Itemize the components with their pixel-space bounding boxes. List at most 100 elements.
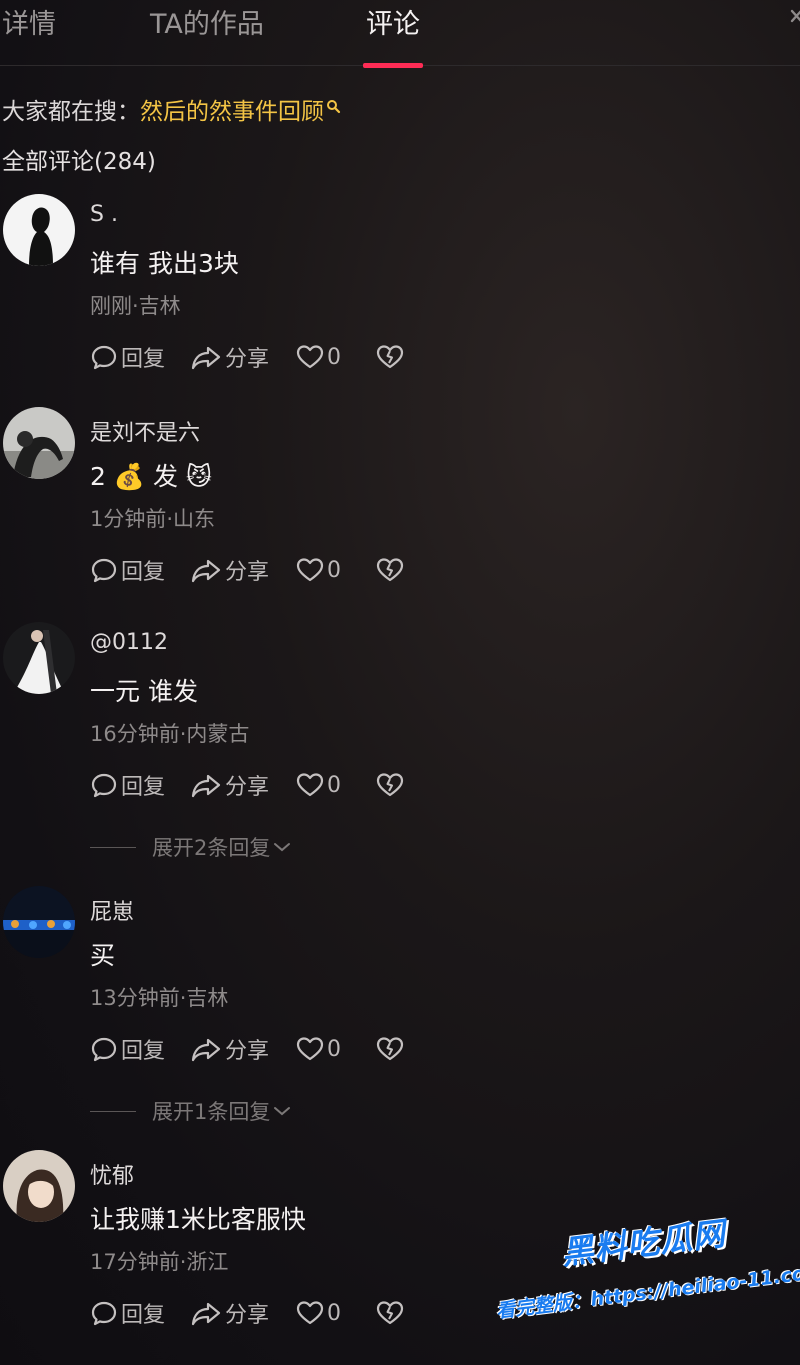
reply-icon xyxy=(91,558,117,583)
reply-button[interactable]: 回复 xyxy=(90,554,190,586)
hot-search-link[interactable]: 大家都在搜：然后的然事件回顾 xyxy=(2,92,341,126)
share-icon xyxy=(191,774,221,798)
expand-replies-button[interactable]: 展开2条回复 xyxy=(90,832,292,862)
comment-username[interactable]: S . xyxy=(90,202,118,227)
reply-label: 回复 xyxy=(121,775,166,800)
share-label: 分享 xyxy=(225,560,270,585)
avatar[interactable] xyxy=(3,1150,75,1222)
comment-actions: 回复 分享 0 xyxy=(90,1298,407,1328)
divider xyxy=(90,846,136,848)
heart-icon xyxy=(296,1301,324,1325)
chevron-down-icon xyxy=(274,843,291,852)
share-icon xyxy=(191,346,221,370)
tab-bar: 详情 TA的作品 评论 xyxy=(0,0,800,68)
share-button[interactable]: 分享 xyxy=(190,1297,296,1329)
dislike-button[interactable] xyxy=(376,772,407,798)
cat-emoji-icon: 😼 xyxy=(185,462,212,491)
comment-text: 买 xyxy=(90,941,116,970)
dislike-button[interactable] xyxy=(376,557,407,583)
comment-text-part: 发 xyxy=(152,462,178,491)
share-label: 分享 xyxy=(225,1303,270,1328)
close-icon[interactable] xyxy=(788,4,800,30)
like-button[interactable]: 0 xyxy=(296,772,376,798)
hot-search-prefix: 大家都在搜： xyxy=(2,99,140,125)
comment-item: @0112 一元 谁发 16分钟前·内蒙古 回复 分享 0 xyxy=(0,622,800,832)
comment-meta: 13分钟前·吉林 xyxy=(90,986,229,1010)
like-button[interactable]: 0 xyxy=(296,1036,376,1062)
avatar[interactable] xyxy=(3,886,75,958)
comment-item: S . 谁有 我出3块 刚刚·吉林 回复 分享 0 xyxy=(0,194,800,404)
dislike-button[interactable] xyxy=(376,1300,407,1326)
comment-username[interactable]: 忧郁 xyxy=(90,1158,134,1190)
comment-username[interactable]: 是刘不是六 xyxy=(90,415,200,447)
share-label: 分享 xyxy=(225,1039,270,1064)
comment-username[interactable]: 屁崽 xyxy=(90,894,134,926)
like-button[interactable]: 0 xyxy=(296,557,376,583)
heart-icon xyxy=(296,345,324,369)
comment-text: 一元 谁发 xyxy=(90,677,198,706)
comments-count-header: 全部评论(284) xyxy=(2,149,156,175)
comment-item: 是刘不是六 2 💰 发 😼 1分钟前·山东 回复 分享 0 xyxy=(0,407,800,617)
dislike-button[interactable] xyxy=(376,344,407,370)
avatar[interactable] xyxy=(3,407,75,479)
broken-heart-icon xyxy=(376,1037,404,1061)
tab-comments[interactable]: 评论 xyxy=(366,2,420,41)
watermark-brand: 黑料吃瓜网 xyxy=(559,1214,728,1273)
expand-replies-label: 展开2条回复 xyxy=(152,836,271,860)
share-icon xyxy=(191,559,221,583)
share-icon xyxy=(191,1038,221,1062)
reply-label: 回复 xyxy=(121,347,166,372)
tab-works[interactable]: TA的作品 xyxy=(150,2,264,41)
reply-button[interactable]: 回复 xyxy=(90,1297,190,1329)
comment-meta: 16分钟前·内蒙古 xyxy=(90,722,250,746)
avatar[interactable] xyxy=(3,194,75,266)
reply-icon xyxy=(91,773,117,798)
broken-heart-icon xyxy=(376,345,404,369)
like-count: 0 xyxy=(327,1036,341,1062)
comment-actions: 回复 分享 0 xyxy=(90,1034,407,1064)
reply-button[interactable]: 回复 xyxy=(90,769,190,801)
share-icon xyxy=(191,1302,221,1326)
share-button[interactable]: 分享 xyxy=(190,554,296,586)
dislike-button[interactable] xyxy=(376,1036,407,1062)
share-label: 分享 xyxy=(225,775,270,800)
chevron-down-icon xyxy=(274,1107,291,1116)
like-count: 0 xyxy=(327,344,341,370)
reply-icon xyxy=(91,1301,117,1326)
reply-label: 回复 xyxy=(121,560,166,585)
divider xyxy=(90,1110,136,1112)
comment-meta: 17分钟前·浙江 xyxy=(90,1250,229,1274)
like-count: 0 xyxy=(327,557,341,583)
avatar[interactable] xyxy=(3,622,75,694)
share-button[interactable]: 分享 xyxy=(190,1033,296,1065)
hot-search-term: 然后的然事件回顾 xyxy=(140,99,324,125)
comment-item: 屁崽 买 13分钟前·吉林 回复 分享 0 xyxy=(0,886,800,1096)
heart-icon xyxy=(296,558,324,582)
share-button[interactable]: 分享 xyxy=(190,769,296,801)
comment-text: 让我赚1米比客服快 xyxy=(90,1205,306,1234)
broken-heart-icon xyxy=(376,558,404,582)
reply-icon xyxy=(91,345,117,370)
comment-text-part: 2 xyxy=(90,462,106,491)
share-label: 分享 xyxy=(225,347,270,372)
reply-button[interactable]: 回复 xyxy=(90,1033,190,1065)
broken-heart-icon xyxy=(376,1301,404,1325)
expand-replies-label: 展开1条回复 xyxy=(152,1100,271,1124)
reply-button[interactable]: 回复 xyxy=(90,341,190,373)
tab-details[interactable]: 详情 xyxy=(2,2,56,41)
like-button[interactable]: 0 xyxy=(296,1300,376,1326)
reply-label: 回复 xyxy=(121,1303,166,1328)
heart-icon xyxy=(296,1037,324,1061)
comment-actions: 回复 分享 0 xyxy=(90,342,407,372)
comment-meta: 刚刚·吉林 xyxy=(90,294,181,318)
reply-icon xyxy=(91,1037,117,1062)
reply-label: 回复 xyxy=(121,1039,166,1064)
comment-meta: 1分钟前·山东 xyxy=(90,507,216,531)
comment-text: 2 💰 发 😼 xyxy=(90,457,212,493)
share-button[interactable]: 分享 xyxy=(190,341,296,373)
like-count: 0 xyxy=(327,1300,341,1326)
comment-username[interactable]: @0112 xyxy=(90,630,168,655)
like-count: 0 xyxy=(327,772,341,798)
expand-replies-button[interactable]: 展开1条回复 xyxy=(90,1096,292,1126)
like-button[interactable]: 0 xyxy=(296,344,376,370)
